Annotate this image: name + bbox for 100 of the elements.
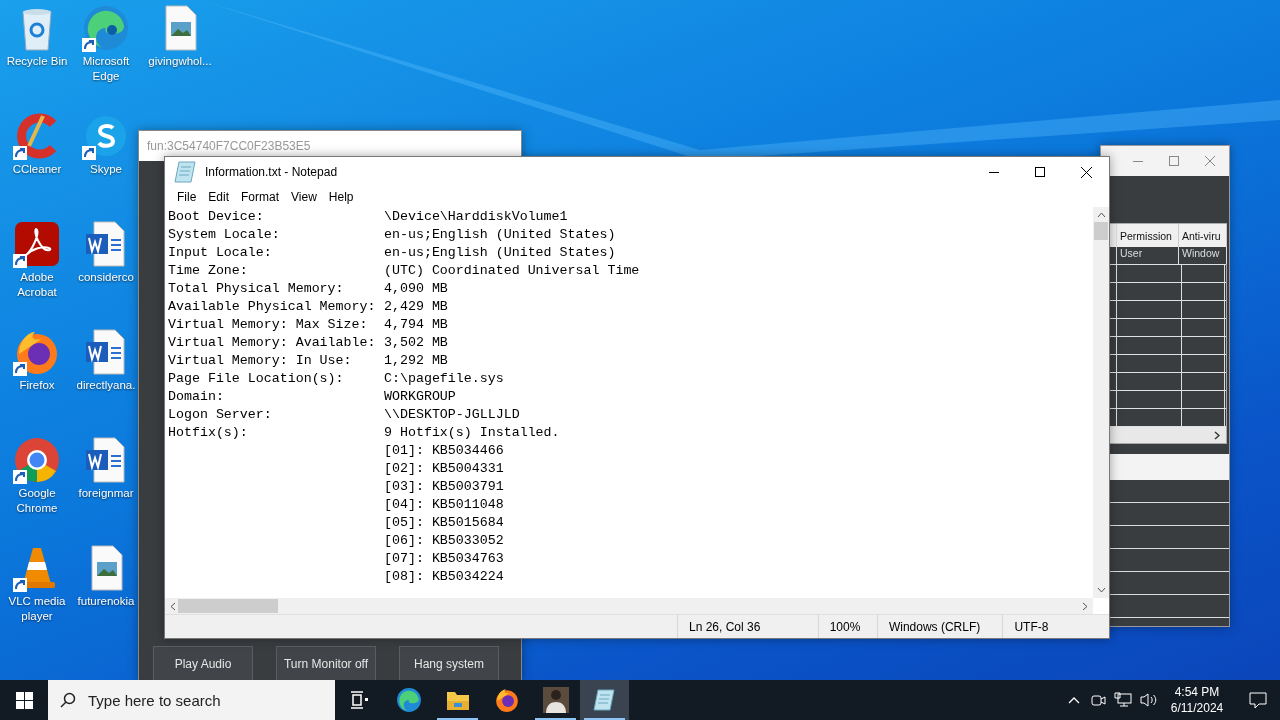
desktop-shortcut[interactable]: Recycle Bin (6, 4, 68, 69)
info-label: Hotfix(s): (168, 424, 249, 442)
search-input[interactable]: Type here to search (86, 690, 310, 710)
status-field: UTF-8 (1002, 615, 1109, 638)
action-button[interactable]: Play Audio (153, 646, 253, 681)
figure-icon (542, 687, 569, 713)
scroll-right-icon[interactable] (1214, 430, 1220, 440)
clock-time: 4:54 PM (1174, 684, 1220, 700)
info-label: Page File Location(s): (168, 370, 345, 388)
scroll-up-icon[interactable] (1096, 212, 1106, 218)
status-field: Ln 26, Col 36 (677, 615, 818, 638)
volume-icon[interactable] (1140, 692, 1158, 708)
info-value: [08]: KB5034224 (384, 568, 504, 586)
shortcut-label: considerco (78, 270, 134, 285)
desktop-shortcut[interactable]: futurenokia (77, 544, 135, 609)
info-value: [01]: KB5034466 (384, 442, 504, 460)
info-label: Boot Device: (168, 208, 265, 226)
desktop-shortcut[interactable]: Skype (82, 112, 130, 177)
info-value: 4,090 MB (384, 280, 448, 298)
info-value: en-us;English (United States) (384, 226, 616, 244)
shortcut-label: CCleaner (12, 162, 62, 177)
clock[interactable]: 4:54 PM 6/11/2024 (1166, 684, 1228, 716)
notepad-icon (591, 687, 618, 713)
info-label: Logon Server: (168, 406, 273, 424)
firefox-icon (493, 687, 520, 713)
info-label: Virtual Memory: In Use: (168, 352, 353, 370)
chrome-icon (13, 436, 61, 484)
desktop-shortcut[interactable]: givingwhol... (148, 4, 212, 69)
task-view-icon (349, 691, 370, 709)
info-value: 9 Hotfix(s) Installed. (384, 424, 560, 442)
action-button[interactable]: Turn Monitor off (276, 646, 376, 681)
shortcut-label: Microsoft Edge (81, 54, 131, 84)
windows-logo-icon (15, 691, 33, 709)
desktop-shortcut[interactable]: considerco (78, 220, 134, 285)
info-label: Input Locale: (168, 244, 273, 262)
shortcut-label: Recycle Bin (6, 54, 68, 69)
info-label: Available Physical Memory: (168, 298, 377, 316)
info-value: C:\pagefile.sys (384, 370, 504, 388)
clock-date: 6/11/2024 (1170, 700, 1224, 716)
edge-icon (395, 687, 422, 713)
desktop-shortcut[interactable]: Google Chrome (5, 436, 69, 516)
info-value: [03]: KB5003791 (384, 478, 504, 496)
shortcut-label: givingwhol... (148, 54, 212, 69)
info-value: 1,292 MB (384, 352, 448, 370)
search-icon (60, 692, 76, 708)
table-cell: Window (1179, 247, 1227, 264)
info-value: [07]: KB5034763 (384, 550, 504, 568)
window-title: fun:3C54740F7CC0F23B53E5 (147, 139, 311, 153)
shortcut-label: directlyana. (76, 378, 136, 393)
scrollbar-thumb[interactable] (178, 599, 278, 613)
camera-icon[interactable] (1090, 692, 1106, 708)
taskbar-app-button[interactable] (580, 680, 629, 720)
desktop-shortcut[interactable]: directlyana. (76, 328, 136, 393)
info-value: 2,429 MB (384, 298, 448, 316)
search-field[interactable]: Type here to search (48, 680, 335, 720)
menu-item[interactable]: View (285, 187, 323, 207)
shortcut-label: Firefox (19, 378, 55, 393)
menu-item[interactable]: Help (322, 187, 360, 207)
column-header[interactable]: Permission (1117, 224, 1179, 247)
shortcut-label: futurenokia (77, 594, 135, 609)
status-field: Windows (CRLF) (876, 615, 1003, 638)
acrobat-icon (13, 220, 61, 268)
info-value: 3,502 MB (384, 334, 448, 352)
shortcut-label: Skype (90, 162, 122, 177)
menu-item[interactable]: File (171, 187, 203, 207)
info-label: Domain: (168, 388, 225, 406)
info-value: [02]: KB5004331 (384, 460, 504, 478)
info-value: [04]: KB5011048 (384, 496, 504, 514)
minimize-icon[interactable] (1133, 160, 1143, 162)
edge-icon (82, 4, 130, 52)
desktop-shortcut[interactable]: CCleaner (12, 112, 62, 177)
close-icon (1080, 166, 1092, 178)
desktop-shortcut[interactable]: Adobe Acrobat (5, 220, 69, 300)
info-value: \Device\HarddiskVolume1 (384, 208, 568, 226)
info-value: [06]: KB5033052 (384, 532, 504, 550)
notepad-icon (173, 159, 199, 185)
scroll-right-icon[interactable] (1082, 601, 1088, 611)
info-label: System Locale: (168, 226, 281, 244)
close-icon[interactable] (1205, 156, 1215, 166)
action-button[interactable]: Hang system (399, 646, 499, 681)
scrollbar-thumb[interactable] (1094, 222, 1108, 240)
maximize-icon[interactable] (1169, 156, 1179, 166)
network-icon[interactable] (1114, 692, 1132, 708)
info-label: Total Physical Memory: (168, 280, 345, 298)
menu-item[interactable]: Edit (202, 187, 236, 207)
info-value: en-us;English (United States) (384, 244, 616, 262)
desktop-shortcut[interactable]: foreignmar (78, 436, 134, 501)
shortcut-label: VLC media player (7, 594, 67, 624)
maximize-icon (1035, 167, 1045, 177)
window-title: Information.txt - Notepad (205, 165, 339, 179)
shortcut-label: Adobe Acrobat (16, 270, 58, 300)
desktop-shortcut[interactable]: Firefox (13, 328, 61, 393)
info-value: \\DESKTOP-JGLLJLD (384, 406, 520, 424)
menu-item[interactable]: Format (235, 187, 286, 207)
desktop-shortcut[interactable]: VLC media player (5, 544, 69, 624)
scroll-left-icon[interactable] (170, 601, 176, 611)
scroll-down-icon[interactable] (1096, 587, 1106, 593)
minimize-icon (989, 171, 999, 173)
desktop-shortcut[interactable]: Microsoft Edge (74, 4, 138, 84)
column-header[interactable]: Anti-viru (1179, 224, 1227, 247)
